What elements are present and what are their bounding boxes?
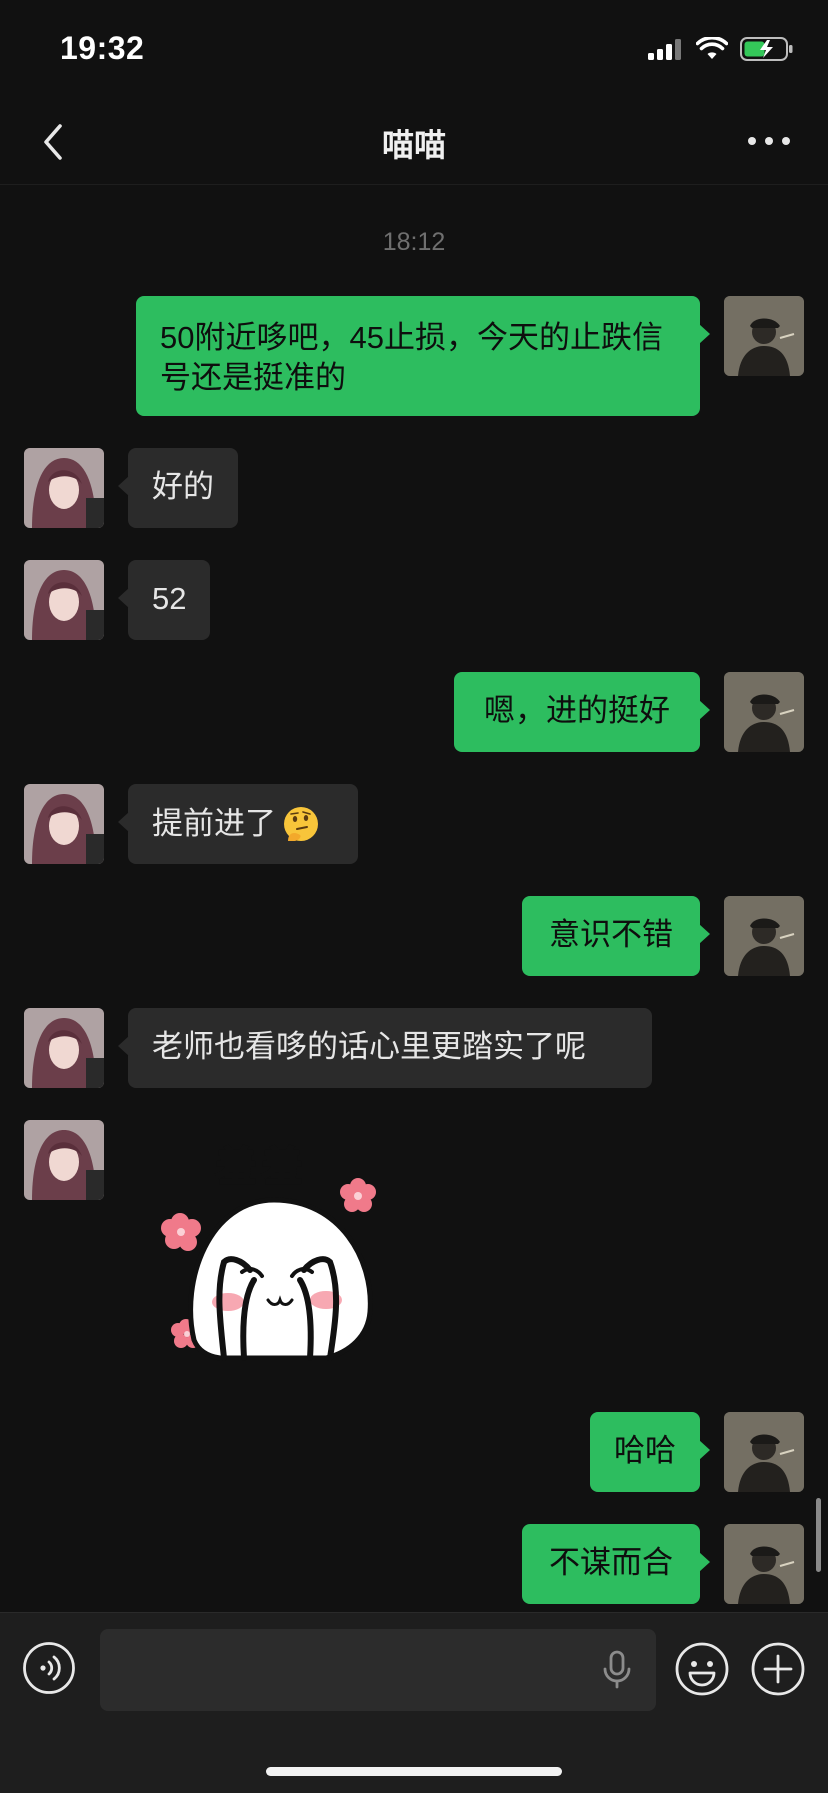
woman-portrait-icon bbox=[24, 1008, 104, 1088]
battery-charging-icon bbox=[740, 37, 793, 61]
message-input[interactable] bbox=[100, 1629, 656, 1711]
microphone-icon[interactable] bbox=[600, 1649, 634, 1689]
home-indicator bbox=[266, 1767, 562, 1776]
man-portrait-icon bbox=[724, 672, 804, 752]
chat-scrollbar[interactable] bbox=[816, 1498, 821, 1572]
my-avatar[interactable] bbox=[724, 1524, 804, 1604]
thinking-face-emoji-icon bbox=[284, 807, 318, 841]
nav-bar: 喵喵 bbox=[0, 100, 828, 185]
sticker-message[interactable]: 羞羞 bbox=[150, 1130, 390, 1370]
message-bubble-sent[interactable]: 嗯，进的挺好 bbox=[454, 672, 710, 752]
contact-avatar[interactable] bbox=[24, 560, 104, 640]
message-bubble-sent[interactable]: 哈哈 bbox=[590, 1412, 710, 1492]
message-bubble-sent[interactable]: 50附近哆吧，45止损，今天的止跌信号还是挺准的 bbox=[136, 296, 710, 416]
shy-blob-sticker-icon bbox=[161, 1178, 376, 1361]
message-bubble-sent[interactable]: 不谋而合 bbox=[522, 1524, 710, 1604]
man-portrait-icon bbox=[724, 296, 804, 376]
message-bubble-received[interactable]: 老师也看哆的话心里更踏实了呢 bbox=[118, 1008, 652, 1088]
message-bubble-sent[interactable]: 意识不错 bbox=[522, 896, 710, 976]
more-dots-icon[interactable] bbox=[744, 126, 794, 156]
man-portrait-icon bbox=[724, 1412, 804, 1492]
message-text: 提前进了 bbox=[152, 806, 276, 841]
status-bar: 19:32 bbox=[0, 0, 828, 100]
my-avatar[interactable] bbox=[724, 296, 804, 376]
woman-portrait-icon bbox=[24, 1120, 104, 1200]
voice-icon[interactable] bbox=[22, 1641, 76, 1695]
plus-icon[interactable] bbox=[750, 1641, 806, 1697]
woman-portrait-icon bbox=[24, 560, 104, 640]
woman-portrait-icon bbox=[24, 448, 104, 528]
contact-avatar[interactable] bbox=[24, 784, 104, 864]
my-avatar[interactable] bbox=[724, 896, 804, 976]
status-icons bbox=[648, 34, 794, 64]
my-avatar[interactable] bbox=[724, 672, 804, 752]
chat-title: 喵喵 bbox=[381, 127, 446, 163]
input-bar bbox=[0, 1612, 828, 1793]
emoji-icon[interactable] bbox=[674, 1641, 730, 1697]
woman-portrait-icon bbox=[24, 784, 104, 864]
message-bubble-received[interactable]: 好的 bbox=[118, 448, 238, 528]
message-bubble-received[interactable]: 提前进了 bbox=[118, 784, 358, 864]
wifi-icon bbox=[696, 37, 728, 59]
cellular-signal-icon bbox=[648, 39, 681, 60]
man-portrait-icon bbox=[724, 1524, 804, 1604]
message-bubble-received[interactable]: 52 bbox=[117, 560, 211, 640]
contact-avatar[interactable] bbox=[24, 1008, 104, 1088]
my-avatar[interactable] bbox=[724, 1412, 804, 1492]
man-portrait-icon bbox=[724, 896, 804, 976]
status-time: 19:32 bbox=[60, 30, 145, 66]
contact-avatar[interactable] bbox=[24, 448, 104, 528]
contact-avatar[interactable] bbox=[24, 1120, 104, 1200]
chat-timestamp: 18:12 bbox=[382, 228, 446, 256]
